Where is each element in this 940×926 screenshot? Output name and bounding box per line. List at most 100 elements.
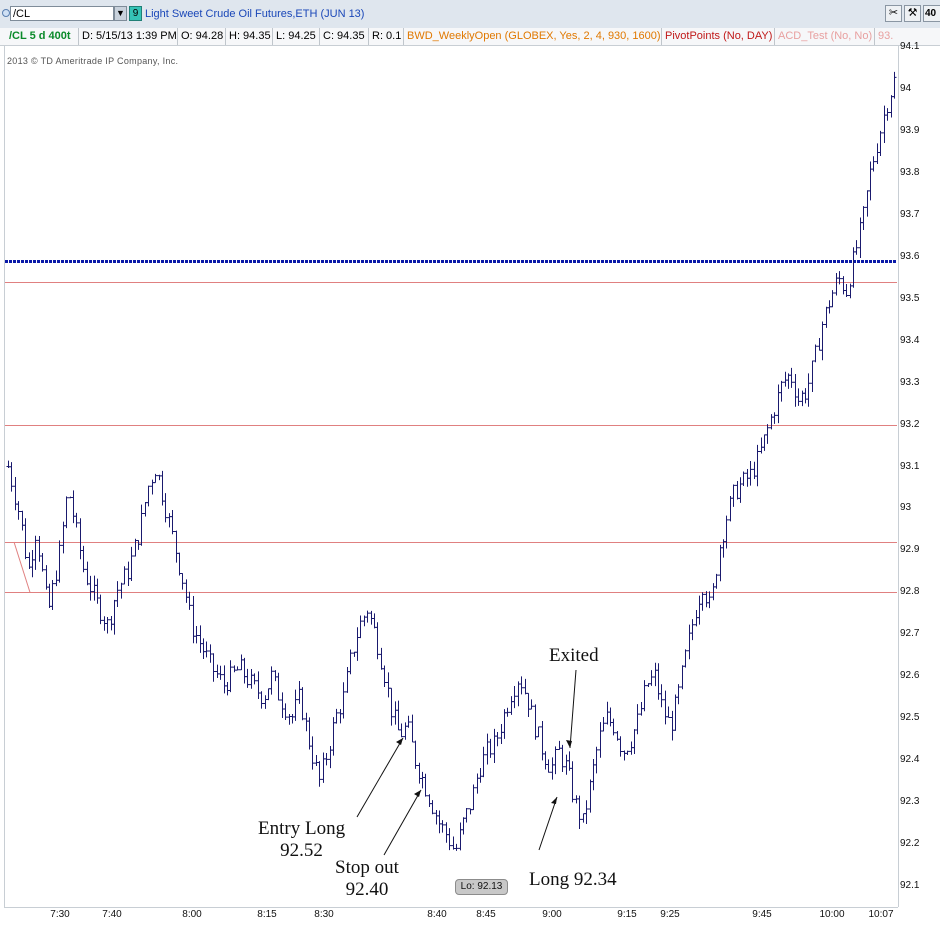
ohlc-bar xyxy=(447,828,452,851)
ohlc-bar xyxy=(625,750,630,756)
price-tick-label: 92.7 xyxy=(900,628,920,640)
entry-price: 92.52 xyxy=(280,840,323,861)
price-tick-label: 94 xyxy=(900,83,912,94)
acd-connector-line xyxy=(13,541,31,593)
ohlc-bar xyxy=(37,536,42,562)
settings-dot-icon[interactable] xyxy=(2,9,10,17)
price-chart[interactable] xyxy=(0,45,940,926)
ohlc-bar xyxy=(741,471,746,486)
price-tick-label: 93.2 xyxy=(900,418,920,430)
ohlc-bar xyxy=(697,595,702,625)
ohlc-bar xyxy=(611,718,616,736)
ohlc-bar xyxy=(656,663,661,700)
ohlc-bar xyxy=(417,762,422,784)
ohlc-bar xyxy=(676,684,681,705)
ohlc-bar xyxy=(78,518,83,560)
ohlc-bar xyxy=(150,479,155,495)
time-tick-label: 8:30 xyxy=(314,909,334,920)
ohlc-bar xyxy=(109,615,114,631)
ohlc-bar xyxy=(475,773,480,794)
ohlc-bar xyxy=(892,71,897,99)
price-tick-label: 93.8 xyxy=(900,166,920,178)
ohlc-bar xyxy=(177,552,182,576)
ohlc-bar xyxy=(653,662,658,687)
ohlc-bar xyxy=(406,715,411,728)
ohlc-bar xyxy=(54,570,59,587)
ohlc-bar xyxy=(444,822,449,843)
long-annotation: Long 92.34 xyxy=(529,869,617,890)
ohlc-bar xyxy=(16,501,21,520)
symbol-input[interactable]: /CL xyxy=(10,6,114,21)
ohlc-bar xyxy=(858,217,863,258)
ohlc-bar xyxy=(112,599,117,635)
ohlc-bar xyxy=(85,561,90,586)
ohlc-bar xyxy=(632,729,637,755)
ohlc-bar xyxy=(560,744,565,773)
ohlc-bar xyxy=(218,665,223,680)
ohlc-bar xyxy=(728,495,733,522)
ohlc-bar xyxy=(512,685,517,709)
stop-arrow xyxy=(383,789,422,856)
ohlc-bar xyxy=(386,672,391,698)
ohlc-bar xyxy=(735,480,740,500)
copyright-notice: 2013 © TD Ameritrade IP Company, Inc. xyxy=(7,56,179,66)
ohlc-bar xyxy=(98,594,103,625)
ohlc-bar xyxy=(759,437,764,454)
ohlc-bar xyxy=(673,694,678,731)
link-group-badge[interactable]: 9 xyxy=(129,6,142,21)
ohlc-bar xyxy=(581,813,586,823)
ohlc-bar xyxy=(269,666,274,695)
ohlc-bar xyxy=(399,723,404,738)
price-tick-label: 93.3 xyxy=(900,376,920,388)
instrument-description: Light Sweet Crude Oil Futures,ETH (JUN 1… xyxy=(145,8,365,20)
ohlc-bar xyxy=(577,795,582,830)
study-acd-test[interactable]: ACD_Test (No, No) xyxy=(775,28,875,45)
study-weekly-open[interactable]: BWD_WeeklyOpen (GLOBEX, Yes, 2, 4, 930, … xyxy=(404,28,662,45)
ohlc-bar xyxy=(358,615,363,639)
ohlc-bar xyxy=(492,728,497,763)
ohlc-bar xyxy=(252,673,257,685)
price-tick-label: 92.8 xyxy=(900,586,920,598)
ohlc-bar xyxy=(755,444,760,487)
ohlc-bar xyxy=(410,714,415,743)
zoom-button[interactable]: 40 xyxy=(923,5,940,22)
drawing-tools-button[interactable]: ✂ xyxy=(885,5,902,22)
ohlc-bar xyxy=(642,680,647,712)
ohlc-bar xyxy=(20,510,25,531)
symbol-dropdown-button[interactable]: ▼ xyxy=(114,6,127,21)
price-tick-label: 93.1 xyxy=(900,460,920,472)
price-tick-label: 92.1 xyxy=(900,880,920,891)
ohlc-bar xyxy=(382,665,387,688)
ohlc-bar xyxy=(61,521,66,554)
chart-setting-label[interactable]: /CL 5 d 400t xyxy=(6,28,79,45)
ohlc-bar xyxy=(239,654,244,671)
ohlc-bar xyxy=(13,477,18,511)
ohlc-bar xyxy=(88,575,93,601)
stop-price: 92.40 xyxy=(345,879,389,900)
annotation-arrows xyxy=(356,669,577,856)
ohlc-bar xyxy=(23,518,28,560)
ohlc-bar xyxy=(704,591,709,608)
ohlc-bar xyxy=(194,626,199,644)
study-pivot-points[interactable]: PivotPoints (No, DAY) xyxy=(662,28,775,45)
ohlc-bar xyxy=(659,684,664,708)
ohlc-bar xyxy=(434,809,439,825)
ohlc-bar xyxy=(136,539,141,550)
ohlc-bar xyxy=(427,794,432,808)
time-tick-label: 9:45 xyxy=(752,909,772,920)
ohlc-bar xyxy=(779,380,784,402)
exited-arrow xyxy=(569,669,577,749)
ohlc-bar xyxy=(731,484,736,507)
ohlc-bar xyxy=(789,367,794,388)
ohlc-bar xyxy=(889,95,894,118)
ohlc-bar xyxy=(396,700,401,731)
ohlc-bar xyxy=(287,714,292,725)
ohlc-bar xyxy=(225,681,230,696)
time-tick-label: 8:00 xyxy=(182,909,202,920)
ohlc-bar xyxy=(451,836,456,850)
settings-button[interactable]: ⚒ xyxy=(904,5,921,22)
ohlc-bar xyxy=(198,625,203,653)
ohlc-bar xyxy=(375,622,380,660)
ohlc-bar xyxy=(430,800,435,815)
price-tick-label: 92.3 xyxy=(900,796,920,808)
